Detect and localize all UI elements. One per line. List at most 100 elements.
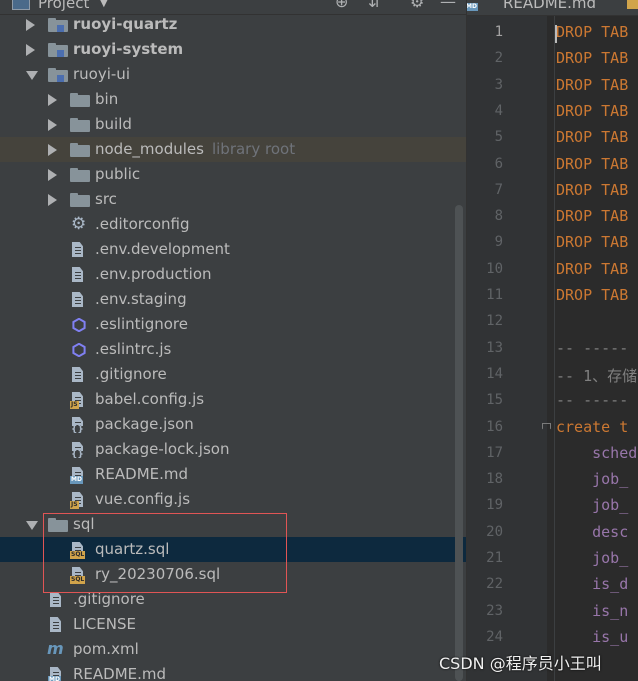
tree-item[interactable]: MD README.md: [0, 462, 466, 487]
page-shape: [50, 592, 61, 607]
line-number: 8: [494, 208, 503, 225]
tree-item[interactable]: {} package.json: [0, 412, 466, 437]
line-number: 22: [486, 576, 503, 593]
code-line: is_d: [556, 575, 628, 593]
chevron-down-icon[interactable]: [26, 521, 38, 530]
locate-icon[interactable]: ⊕: [335, 0, 348, 11]
gear-icon[interactable]: ⚙: [410, 0, 424, 11]
tree-item[interactable]: m pom.xml: [0, 637, 466, 662]
code-line: job_: [556, 549, 628, 567]
line-number: 18: [486, 471, 503, 488]
chevron-right-icon[interactable]: [26, 19, 35, 31]
code-token: DROP TAB: [556, 75, 629, 94]
page-lines: [75, 572, 81, 573]
chevron-right-icon[interactable]: [48, 94, 57, 106]
tree-item-label: ruoyi-quartz: [73, 15, 178, 33]
code-token: DROP TAB: [556, 207, 629, 226]
tree-item-label: ry_20230706.sql: [95, 565, 221, 583]
folder-icon: [48, 518, 68, 532]
tree-item-label: vue.config.js: [95, 490, 191, 508]
code-line: -- 1、存储: [556, 365, 637, 386]
tree-item[interactable]: .env.development: [0, 237, 466, 262]
page-lines: [75, 372, 81, 373]
chevron-right-icon[interactable]: [48, 194, 57, 206]
code-token: DROP TAB: [556, 259, 629, 278]
tree-item[interactable]: node_modules library root: [0, 137, 466, 162]
line-number: 11: [486, 287, 503, 303]
tree-item[interactable]: JS vue.config.js: [0, 487, 466, 512]
project-title[interactable]: Project: [38, 0, 89, 12]
text-file-icon: [72, 367, 84, 383]
md-file-icon: MD: [48, 667, 62, 681]
line-number: 15: [486, 392, 503, 409]
tree-item-label: .eslintrc.js: [95, 340, 172, 358]
page-lines: [75, 397, 81, 398]
tree-item[interactable]: .env.staging: [0, 287, 466, 312]
tab-readme[interactable]: README.md: [503, 0, 596, 12]
hide-icon[interactable]: —: [440, 0, 456, 11]
tree-item[interactable]: {} package-lock.json: [0, 437, 466, 462]
badge: MD: [48, 676, 61, 681]
folder-icon: [70, 93, 90, 107]
tree-item[interactable]: MD README.md: [0, 662, 466, 681]
tree-item-label: .eslintignore: [95, 315, 188, 333]
tree-item[interactable]: JS babel.config.js: [0, 387, 466, 412]
tree-item[interactable]: .gitignore: [0, 587, 466, 612]
tree-item[interactable]: SQL ry_20230706.sql: [0, 562, 466, 587]
tree-item[interactable]: .env.production: [0, 262, 466, 287]
tree-item[interactable]: ruoyi-ui: [0, 62, 466, 87]
tree-item-label: package-lock.json: [95, 440, 230, 458]
line-number: 9: [494, 234, 503, 251]
code-line: DROP TAB: [556, 155, 628, 173]
tree-item[interactable]: src: [0, 187, 466, 212]
tree-item[interactable]: .eslintignore: [0, 312, 466, 337]
code-token: job_: [556, 470, 629, 489]
chevron-right-icon[interactable]: [48, 144, 57, 156]
code-line: desc: [556, 523, 628, 541]
module-folder-icon: [48, 43, 68, 57]
chevron-down-icon[interactable]: ▼: [100, 0, 108, 9]
tree-scrollbar[interactable]: [455, 205, 463, 681]
page-lines: [75, 547, 81, 548]
tree-item[interactable]: SQL quartz.sql: [0, 537, 466, 562]
line-number: 20: [486, 523, 503, 540]
tree-item-label: package.json: [95, 415, 194, 433]
tree-item-label: .env.development: [95, 240, 230, 258]
chevron-right-icon[interactable]: [48, 119, 57, 131]
tab-next-icon[interactable]: [627, 0, 638, 9]
code-line: DROP TAB: [556, 76, 628, 94]
tree-item[interactable]: bin: [0, 87, 466, 112]
chevron-right-icon[interactable]: [48, 169, 57, 181]
folder-icon: [70, 118, 90, 132]
project-icon: [12, 0, 30, 10]
line-number: 4: [494, 102, 503, 119]
module-folder-icon: [48, 18, 68, 32]
tree-item[interactable]: ⚙ .editorconfig: [0, 212, 466, 237]
line-number: 14: [486, 365, 503, 382]
tree-item[interactable]: build: [0, 112, 466, 137]
page-shape: [50, 617, 61, 632]
code-token: DROP TAB: [556, 101, 629, 120]
line-number: 1: [494, 24, 503, 40]
page-lines: [75, 422, 81, 423]
page-lines: [75, 472, 81, 473]
collapse-all-icon[interactable]: ⇵: [368, 0, 381, 11]
tree-item-label: .env.staging: [95, 290, 187, 308]
tree-item[interactable]: sql: [0, 512, 466, 537]
tree-item[interactable]: ruoyi-system: [0, 37, 466, 62]
tree-item-hint: library root: [211, 140, 296, 158]
code-line: DROP TAB: [556, 207, 628, 225]
line-number: 21: [486, 550, 503, 566]
chevron-down-icon[interactable]: [26, 71, 38, 80]
chevron-right-icon[interactable]: [26, 44, 35, 56]
tree-item-label: babel.config.js: [95, 390, 205, 408]
tree-item-label: LICENSE: [73, 615, 136, 633]
module-marker-icon: [57, 50, 64, 57]
code-line: DROP TAB: [556, 181, 628, 199]
tree-item[interactable]: ruoyi-quartz: [0, 12, 466, 37]
line-number: 24: [486, 628, 503, 645]
tree-item[interactable]: LICENSE: [0, 612, 466, 637]
tree-item[interactable]: public: [0, 162, 466, 187]
tree-item[interactable]: .gitignore: [0, 362, 466, 387]
tree-item[interactable]: .eslintrc.js: [0, 337, 466, 362]
